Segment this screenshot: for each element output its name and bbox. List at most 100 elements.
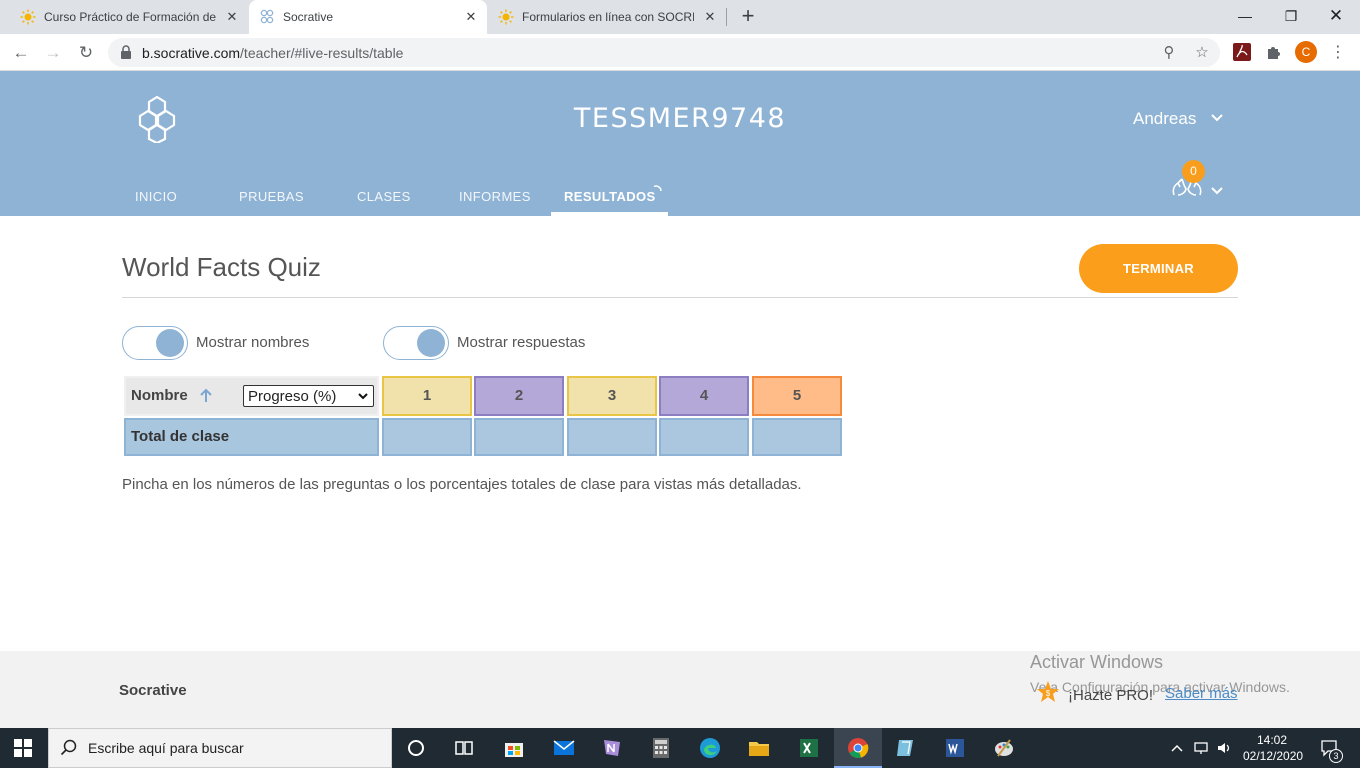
browser-tab-formularios[interactable]: Formularios en línea con SOCREA ✕: [488, 0, 726, 34]
reload-icon[interactable]: ↻: [75, 42, 97, 64]
restore-window-icon[interactable]: ❐: [1277, 4, 1305, 28]
volume-icon[interactable]: [1216, 740, 1232, 756]
clock-time: 14:02: [1256, 733, 1288, 747]
hands-count-badge: 0: [1182, 160, 1205, 183]
nav-clases[interactable]: CLASES: [357, 189, 411, 204]
show-answers-toggle[interactable]: [383, 326, 449, 360]
table-hint-text: Pincha en los números de las preguntas o…: [122, 476, 802, 493]
search-icon: [60, 739, 77, 756]
network-icon[interactable]: [1193, 740, 1209, 756]
chevron-down-icon[interactable]: [1210, 111, 1224, 125]
toggle-knob: [417, 329, 445, 357]
show-names-label: Mostrar nombres: [196, 334, 310, 351]
loading-spinner-icon: [653, 185, 662, 192]
show-names-toggle[interactable]: [122, 326, 188, 360]
lock-icon: [121, 45, 131, 59]
browser-tab-socrative[interactable]: Socrative ✕: [249, 0, 487, 34]
sun-favicon-icon: [20, 9, 36, 25]
notification-count-badge: 3: [1329, 749, 1343, 763]
total-cell-q3[interactable]: [567, 418, 657, 456]
paint-palette-icon[interactable]: [992, 736, 1016, 760]
browser-menu-icon[interactable]: ⋮: [1327, 42, 1349, 64]
chevron-down-icon[interactable]: [1210, 184, 1224, 198]
total-cell-q1[interactable]: [382, 418, 472, 456]
watermark-title: Activar Windows: [1030, 652, 1164, 672]
user-menu[interactable]: Andreas: [1133, 109, 1196, 129]
excel-icon[interactable]: [797, 736, 821, 760]
taskbar-clock[interactable]: 14:02 02/12/2020: [1243, 732, 1304, 764]
progress-select[interactable]: Progreso (%): [243, 385, 374, 407]
word-icon[interactable]: [943, 736, 967, 760]
cortana-icon[interactable]: [404, 736, 428, 760]
extensions-puzzle-icon[interactable]: [1264, 42, 1284, 62]
tab-close-icon[interactable]: ✕: [702, 9, 718, 25]
file-explorer-icon[interactable]: [747, 736, 771, 760]
question-1-header[interactable]: 1: [382, 376, 472, 416]
quiz-title: World Facts Quiz: [122, 252, 321, 282]
show-answers-label: Mostrar respuestas: [457, 334, 586, 351]
svg-text:$: $: [1046, 689, 1051, 698]
zoom-icon[interactable]: ⚲: [1160, 44, 1178, 62]
url-path: /teacher/#live-results/table: [240, 45, 404, 61]
task-view-icon[interactable]: [452, 736, 476, 760]
acrobat-extension-icon[interactable]: [1232, 42, 1252, 62]
sun-favicon-icon: [498, 9, 514, 25]
total-cell-q2[interactable]: [474, 418, 564, 456]
tab-close-icon[interactable]: ✕: [463, 9, 479, 25]
nav-pruebas[interactable]: PRUEBAS: [239, 189, 304, 204]
url-text: b.socrative.com/teacher/#live-results/ta…: [142, 45, 403, 61]
profile-avatar[interactable]: C: [1295, 41, 1317, 63]
close-window-icon[interactable]: ✕: [1322, 4, 1350, 28]
nav-inicio[interactable]: INICIO: [135, 189, 177, 204]
edge-icon[interactable]: [698, 736, 722, 760]
go-pro-text: ¡Hazte PRO!: [1068, 687, 1153, 704]
nav-resultados[interactable]: RESULTADOS: [564, 189, 656, 204]
store-icon[interactable]: [502, 736, 526, 760]
tab-title: Socrative: [283, 10, 334, 24]
forward-arrow-icon[interactable]: →: [42, 42, 64, 64]
calculator-icon[interactable]: [649, 736, 673, 760]
divider: [122, 297, 1238, 298]
question-3-header[interactable]: 3: [567, 376, 657, 416]
sort-ascending-arrow-icon[interactable]: [199, 388, 213, 403]
toggle-knob: [156, 329, 184, 357]
name-column-header[interactable]: Nombre: [131, 387, 188, 404]
go-pro-label: ¡Hazte PRO!: [1068, 687, 1154, 704]
chevron-down-icon: [358, 393, 368, 400]
chrome-icon[interactable]: [846, 736, 870, 760]
bookmark-star-icon[interactable]: ☆: [1193, 44, 1211, 62]
taskbar-search-placeholder: Escribe aquí para buscar: [88, 740, 244, 756]
socrative-favicon-icon: [260, 9, 274, 24]
windows-taskbar: Escribe aquí para buscar 14:02 02/12/202…: [0, 728, 1360, 768]
question-5-header[interactable]: 5: [752, 376, 842, 416]
mail-icon[interactable]: [552, 736, 576, 760]
onenote-icon[interactable]: [600, 736, 624, 760]
address-bar[interactable]: b.socrative.com/teacher/#live-results/ta…: [108, 38, 1220, 67]
url-host: b.socrative.com: [142, 45, 241, 61]
paint-3d-icon[interactable]: [894, 736, 918, 760]
tab-title: Formularios en línea con SOCREA: [522, 10, 694, 24]
total-cell-q5[interactable]: [752, 418, 842, 456]
end-quiz-button[interactable]: TERMINAR: [1079, 244, 1238, 293]
back-arrow-icon[interactable]: ←: [10, 42, 32, 64]
minimize-window-icon[interactable]: —: [1231, 4, 1259, 28]
class-total-label: Total de clase: [131, 428, 230, 445]
chevron-up-icon[interactable]: [1169, 740, 1185, 756]
footer-brand: Socrative: [119, 682, 187, 699]
browser-toolbar: ← → ↻ b.socrative.com/teacher/#live-resu…: [0, 34, 1360, 71]
windows-start-icon[interactable]: [14, 739, 32, 757]
pro-star-icon: $: [1037, 681, 1059, 702]
learn-more-link[interactable]: Saber más: [1165, 685, 1238, 702]
tab-separator: [726, 8, 727, 26]
app-header: TESSMER9748 Andreas 0 INICIO PRUEBAS CLA…: [0, 71, 1360, 216]
question-4-header[interactable]: 4: [659, 376, 749, 416]
question-2-header[interactable]: 2: [474, 376, 564, 416]
tab-close-icon[interactable]: ✕: [224, 9, 240, 25]
progress-select-value: Progreso (%): [248, 387, 337, 405]
clock-date: 02/12/2020: [1243, 749, 1304, 763]
browser-tabstrip: Curso Práctico de Formación de P ✕ Socra…: [0, 0, 1360, 34]
new-tab-plus-icon[interactable]: +: [736, 5, 760, 29]
nav-informes[interactable]: INFORMES: [459, 189, 531, 204]
total-cell-q4[interactable]: [659, 418, 749, 456]
browser-tab-curso[interactable]: Curso Práctico de Formación de P ✕: [0, 0, 248, 34]
